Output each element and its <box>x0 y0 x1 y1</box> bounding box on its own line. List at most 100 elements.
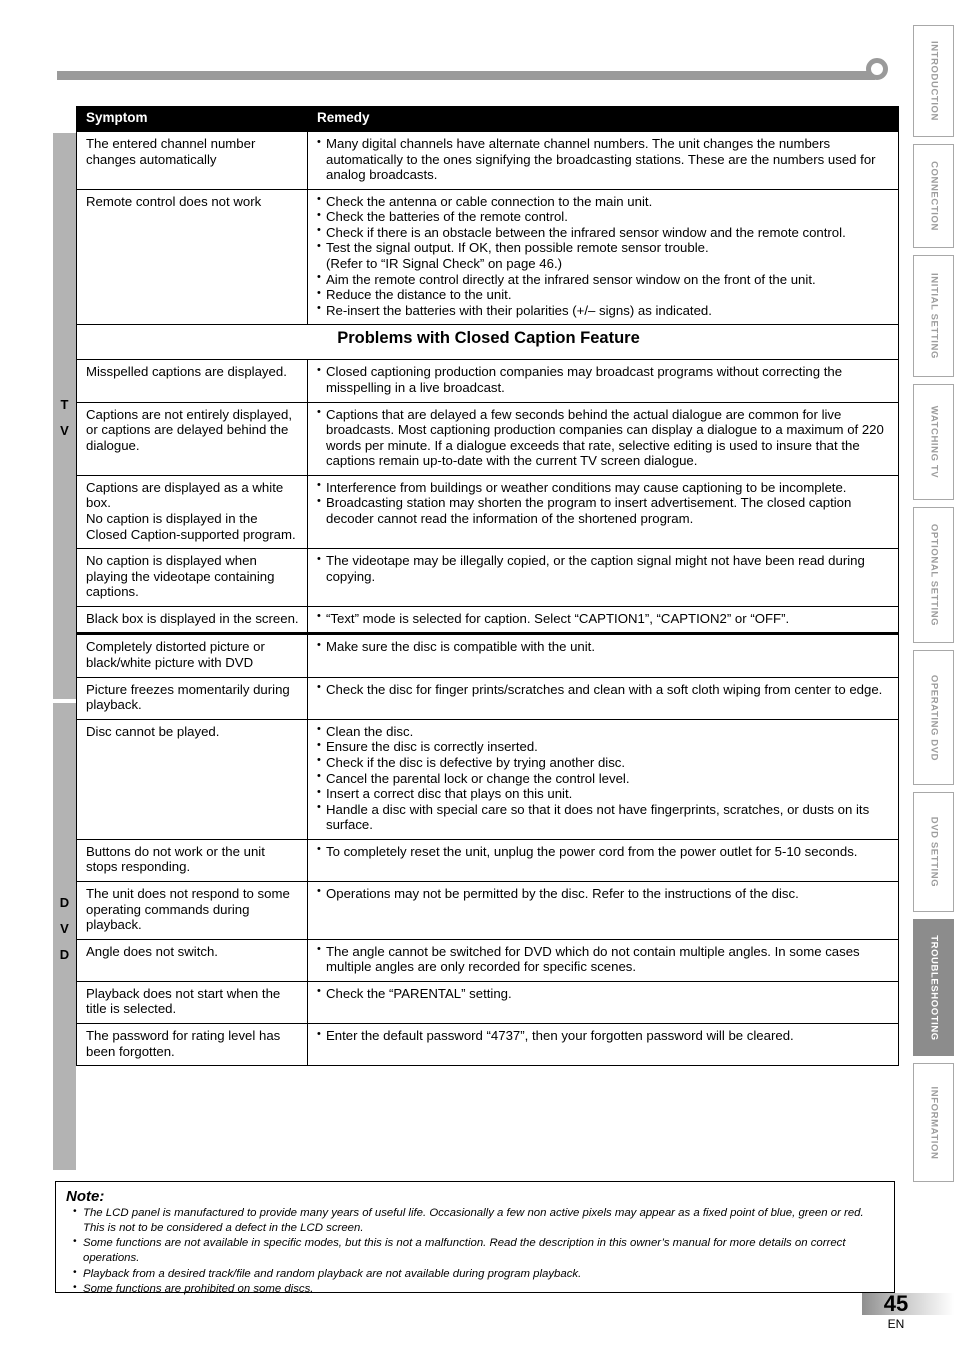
remedy-list: Closed captioning production companies m… <box>317 364 891 395</box>
table-row: The unit does not respond to some operat… <box>76 881 899 940</box>
symptom-cell: Angle does not switch. <box>76 939 308 982</box>
section-tab-label: INFORMATION <box>928 1086 939 1159</box>
note-item: Playback from a desired track/file and r… <box>72 1266 884 1282</box>
remedy-item: Re-insert the batteries with their polar… <box>317 302 891 319</box>
remedy-item: Check the disc for finger prints/scratch… <box>317 681 891 698</box>
remedy-cell: Interference from buildings or weather c… <box>307 475 899 550</box>
section-tab-introduction[interactable]: INTRODUCTION <box>913 25 954 137</box>
remedy-item: The angle cannot be switched for DVD whi… <box>317 943 891 975</box>
section-tab-label: CONNECTION <box>928 161 939 231</box>
section-tab-label: INITIAL SETTING <box>928 273 939 359</box>
table-row: The password for rating level has been f… <box>76 1023 899 1067</box>
remedy-item: Captions that are delayed a few seconds … <box>317 406 891 469</box>
side-label-tv: TV <box>60 397 69 438</box>
section-title: Problems with Closed Caption Feature <box>76 324 899 361</box>
symptom-cell: Completely distorted picture or black/wh… <box>76 632 308 678</box>
remedy-list: Check the disc for finger prints/scratch… <box>317 681 891 698</box>
table-row: Completely distorted picture or black/wh… <box>76 632 899 678</box>
remedy-item: Make sure the disc is compatible with th… <box>317 639 891 655</box>
troubleshooting-table: Symptom Remedy The entered channel numbe… <box>76 106 899 1067</box>
section-tab-label: INTRODUCTION <box>928 40 939 122</box>
table-row: Remote control does not work Check the an… <box>76 189 899 326</box>
note-list: The LCD panel is manufactured to provide… <box>66 1205 884 1297</box>
remedy-item: Handle a disc with special care so that … <box>317 801 891 833</box>
symptom-cell: Disc cannot be played. <box>76 719 308 840</box>
remedy-cell: Enter the default password “4737”, then … <box>307 1023 899 1067</box>
remedy-item: Test the signal output. If OK, then poss… <box>317 240 891 271</box>
remedy-item: To completely reset the unit, unplug the… <box>317 843 891 860</box>
remedy-item: Check if the disc is defective by trying… <box>317 754 891 771</box>
remedy-list: Make sure the disc is compatible with th… <box>317 639 891 655</box>
symptom-cell: The unit does not respond to some operat… <box>76 881 308 940</box>
remedy-item: Check the batteries of the remote contro… <box>317 209 891 225</box>
remedy-item: Many digital channels have alternate cha… <box>317 136 891 183</box>
header-ring-icon <box>866 58 888 80</box>
remedy-cell: Check the “PARENTAL” setting. <box>307 981 899 1025</box>
remedy-item: Operations may not be permitted by the d… <box>317 885 891 902</box>
remedy-item: Enter the default password “4737”, then … <box>317 1028 891 1044</box>
remedy-list: The videotape may be illegally copied, o… <box>317 553 891 584</box>
column-header-remedy: Remedy <box>307 106 899 132</box>
remedy-item: Aim the remote control directly at the i… <box>317 271 891 288</box>
section-tab-optional-setting[interactable]: OPTIONAL SETTING <box>913 507 954 643</box>
table-body: The entered channel number changes autom… <box>76 131 899 1067</box>
remedy-item: Check if there is an obstacle between th… <box>317 224 891 241</box>
section-tab-initial-setting[interactable]: INITIAL SETTING <box>913 255 954 377</box>
note-title: Note: <box>66 1188 105 1205</box>
section-tab-watching-tv[interactable]: WATCHING TV <box>913 384 954 500</box>
section-tab-label: OPTIONAL SETTING <box>928 523 939 627</box>
symptom-cell: Buttons do not work or the unit stops re… <box>76 839 308 882</box>
side-label-dvd: DVD <box>59 895 70 962</box>
symptom-cell: Picture freezes momentarily during playb… <box>76 677 308 720</box>
remedy-cell: To completely reset the unit, unplug the… <box>307 839 899 882</box>
remedy-list: Check the “PARENTAL” setting. <box>317 985 891 1002</box>
remedy-list: Captions that are delayed a few seconds … <box>317 406 891 469</box>
section-tab-operating-dvd[interactable]: OPERATING DVD <box>913 650 954 785</box>
note-box: Note: The LCD panel is manufactured to p… <box>55 1181 895 1295</box>
table-row: Playback does not start when the title i… <box>76 981 899 1025</box>
table-row: Buttons do not work or the unit stops re… <box>76 839 899 882</box>
remedy-item: Reduce the distance to the unit. <box>317 287 891 303</box>
remedy-item: Closed captioning production companies m… <box>317 364 891 395</box>
remedy-item: Broadcasting station may shorten the pro… <box>317 495 891 526</box>
note-item: Some functions are not available in spec… <box>72 1235 884 1266</box>
table-row: Black box is displayed in the screen. “Te… <box>76 606 899 635</box>
remedy-list: Many digital channels have alternate cha… <box>317 136 891 183</box>
table-header: Symptom Remedy <box>76 106 899 132</box>
note-item: Some functions are prohibited on some di… <box>72 1281 884 1297</box>
remedy-list: Operations may not be permitted by the d… <box>317 885 891 902</box>
section-tab-troubleshooting[interactable]: TROUBLESHOOTING <box>913 919 954 1056</box>
remedy-item: Check the “PARENTAL” setting. <box>317 985 891 1002</box>
header-rule <box>57 71 875 80</box>
page-number: 45 <box>883 1291 909 1316</box>
section-tab-connection[interactable]: CONNECTION <box>913 144 954 248</box>
remedy-item: Cancel the parental lock or change the c… <box>317 770 891 787</box>
table-row: The entered channel number changes autom… <box>76 131 899 190</box>
symptom-cell: The password for rating level has been f… <box>76 1023 308 1067</box>
remedy-cell: Captions that are delayed a few seconds … <box>307 402 899 476</box>
remedy-cell: Many digital channels have alternate cha… <box>307 131 899 190</box>
symptom-cell: Playback does not start when the title i… <box>76 981 308 1025</box>
note-item: The LCD panel is manufactured to provide… <box>72 1205 884 1236</box>
table-row: No caption is displayed when playing the… <box>76 548 899 607</box>
symptom-cell: Misspelled captions are displayed. <box>76 359 308 403</box>
section-tab-label: OPERATING DVD <box>928 674 939 761</box>
table-row: Captions are displayed as a white box. No… <box>76 475 899 550</box>
table-row: Misspelled captions are displayed. Closed… <box>76 359 899 403</box>
symptom-cell: Captions are displayed as a white box. No… <box>76 475 308 550</box>
remedy-item: Clean the disc. <box>317 723 891 740</box>
remedy-list: Interference from buildings or weather c… <box>317 479 891 527</box>
table-row: Captions are not entirely displayed, or … <box>76 402 899 476</box>
table-row: Picture freezes momentarily during playb… <box>76 677 899 720</box>
remedy-list: The angle cannot be switched for DVD whi… <box>317 943 891 975</box>
remedy-cell: Check the antenna or cable connection to… <box>307 189 899 326</box>
remedy-cell: “Text” mode is selected for caption. Sel… <box>307 606 899 635</box>
remedy-list: Enter the default password “4737”, then … <box>317 1028 891 1044</box>
table-row: Disc cannot be played. Clean the disc.Ens… <box>76 719 899 840</box>
section-tab-information[interactable]: INFORMATION <box>913 1063 954 1182</box>
section-tab-dvd-setting[interactable]: DVD SETTING <box>913 792 954 912</box>
remedy-item: Ensure the disc is correctly inserted. <box>317 739 891 755</box>
remedy-cell: The angle cannot be switched for DVD whi… <box>307 939 899 982</box>
column-header-symptom: Symptom <box>76 106 308 132</box>
remedy-list: To completely reset the unit, unplug the… <box>317 843 891 860</box>
